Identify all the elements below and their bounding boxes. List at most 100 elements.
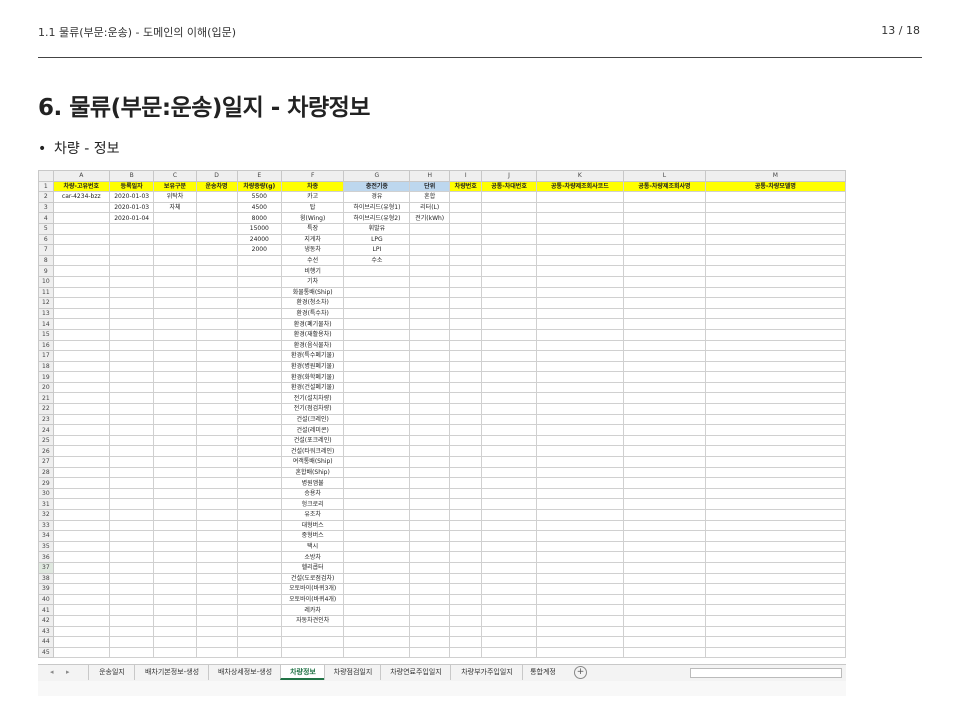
cell[interactable] [704, 551, 846, 563]
cell[interactable]: 환경(재활용차) [281, 328, 345, 341]
cell[interactable] [623, 254, 706, 267]
cell[interactable] [535, 201, 625, 214]
row-number[interactable]: 29 [38, 477, 54, 489]
cell[interactable]: 건설(포크레인) [281, 434, 345, 447]
cell[interactable]: 수소 [343, 254, 411, 267]
cell[interactable] [236, 350, 283, 362]
row-number[interactable]: 13 [38, 307, 54, 320]
cell[interactable] [195, 201, 238, 214]
cell[interactable] [195, 551, 238, 563]
cell[interactable] [448, 191, 483, 203]
cell[interactable] [153, 434, 197, 447]
cell[interactable] [195, 275, 238, 288]
cell[interactable] [448, 392, 483, 405]
cell[interactable] [343, 318, 411, 330]
cell[interactable] [623, 604, 706, 616]
cell[interactable] [108, 646, 155, 659]
cell[interactable] [623, 625, 706, 638]
cell[interactable] [343, 540, 411, 553]
cell[interactable]: 비행기 [281, 265, 345, 277]
cell[interactable] [481, 456, 537, 468]
cell[interactable] [343, 551, 411, 563]
cell[interactable]: 4500 [236, 201, 283, 214]
cell[interactable] [236, 275, 283, 288]
cell[interactable] [108, 318, 155, 330]
cell[interactable] [409, 456, 450, 468]
cell[interactable] [52, 646, 110, 659]
cell[interactable] [409, 636, 450, 648]
cell[interactable] [153, 509, 197, 521]
cell[interactable] [623, 593, 706, 606]
cell[interactable] [108, 328, 155, 341]
cell[interactable] [153, 360, 197, 373]
cell[interactable] [448, 275, 483, 288]
cell[interactable] [481, 604, 537, 616]
cell[interactable] [448, 233, 483, 246]
cell[interactable] [448, 297, 483, 309]
cell[interactable] [195, 593, 238, 606]
cell[interactable] [343, 636, 411, 648]
cell[interactable] [236, 424, 283, 436]
cell[interactable] [195, 413, 238, 426]
cell[interactable] [343, 328, 411, 341]
cell[interactable] [108, 614, 155, 627]
cell[interactable]: 중형버스 [281, 530, 345, 542]
cell[interactable] [236, 434, 283, 447]
cell[interactable] [153, 456, 197, 468]
cell[interactable] [623, 434, 706, 447]
cell[interactable] [409, 551, 450, 563]
horizontal-scrollbar[interactable] [690, 668, 842, 678]
cell[interactable] [535, 434, 625, 447]
cell[interactable] [623, 286, 706, 299]
row-number[interactable]: 38 [38, 572, 54, 585]
cell[interactable] [623, 498, 706, 510]
cell[interactable]: 헬리콥터 [281, 561, 345, 574]
cell[interactable] [409, 381, 450, 394]
cell[interactable] [481, 307, 537, 320]
sheet-tab[interactable]: 차량점검일지 [324, 665, 381, 680]
cell[interactable] [448, 318, 483, 330]
cell[interactable] [481, 286, 537, 299]
cell[interactable] [195, 625, 238, 638]
sheet-tab[interactable]: 운송일지 [88, 665, 135, 680]
cell[interactable] [448, 625, 483, 638]
cell[interactable] [281, 625, 345, 638]
select-all-corner[interactable] [38, 170, 54, 182]
cell[interactable]: 건설(레미콘) [281, 424, 345, 436]
cell[interactable] [704, 498, 846, 510]
cell[interactable] [535, 307, 625, 320]
column-header[interactable]: J [481, 170, 537, 182]
cell[interactable] [481, 381, 537, 394]
cell[interactable] [195, 509, 238, 521]
cell[interactable]: 건설(타워크레인) [281, 445, 345, 458]
cell[interactable]: 건설(크레인) [281, 413, 345, 426]
cell[interactable] [409, 434, 450, 447]
row-number[interactable]: 33 [38, 519, 54, 532]
cell[interactable] [448, 487, 483, 500]
cell[interactable] [481, 392, 537, 405]
row-number[interactable]: 1 [38, 180, 54, 193]
cell[interactable] [52, 593, 110, 606]
cell[interactable] [108, 381, 155, 394]
cell[interactable] [448, 339, 483, 352]
row-number[interactable]: 26 [38, 445, 54, 458]
header-cell[interactable]: 단위 [409, 180, 450, 193]
cell[interactable] [343, 604, 411, 616]
cell[interactable] [704, 339, 846, 352]
row-number[interactable]: 22 [38, 403, 54, 415]
cell[interactable] [481, 318, 537, 330]
cell[interactable] [108, 297, 155, 309]
cell[interactable] [108, 583, 155, 595]
column-header[interactable]: H [409, 170, 450, 182]
row-number[interactable]: 8 [38, 254, 54, 267]
cell[interactable] [236, 614, 283, 627]
cell[interactable] [623, 456, 706, 468]
cell[interactable] [623, 201, 706, 214]
cell[interactable] [195, 646, 238, 659]
cell[interactable]: 5500 [236, 191, 283, 203]
cell[interactable] [236, 593, 283, 606]
cell[interactable] [108, 254, 155, 267]
cell[interactable] [704, 244, 846, 256]
cell[interactable] [195, 434, 238, 447]
cell[interactable] [535, 275, 625, 288]
